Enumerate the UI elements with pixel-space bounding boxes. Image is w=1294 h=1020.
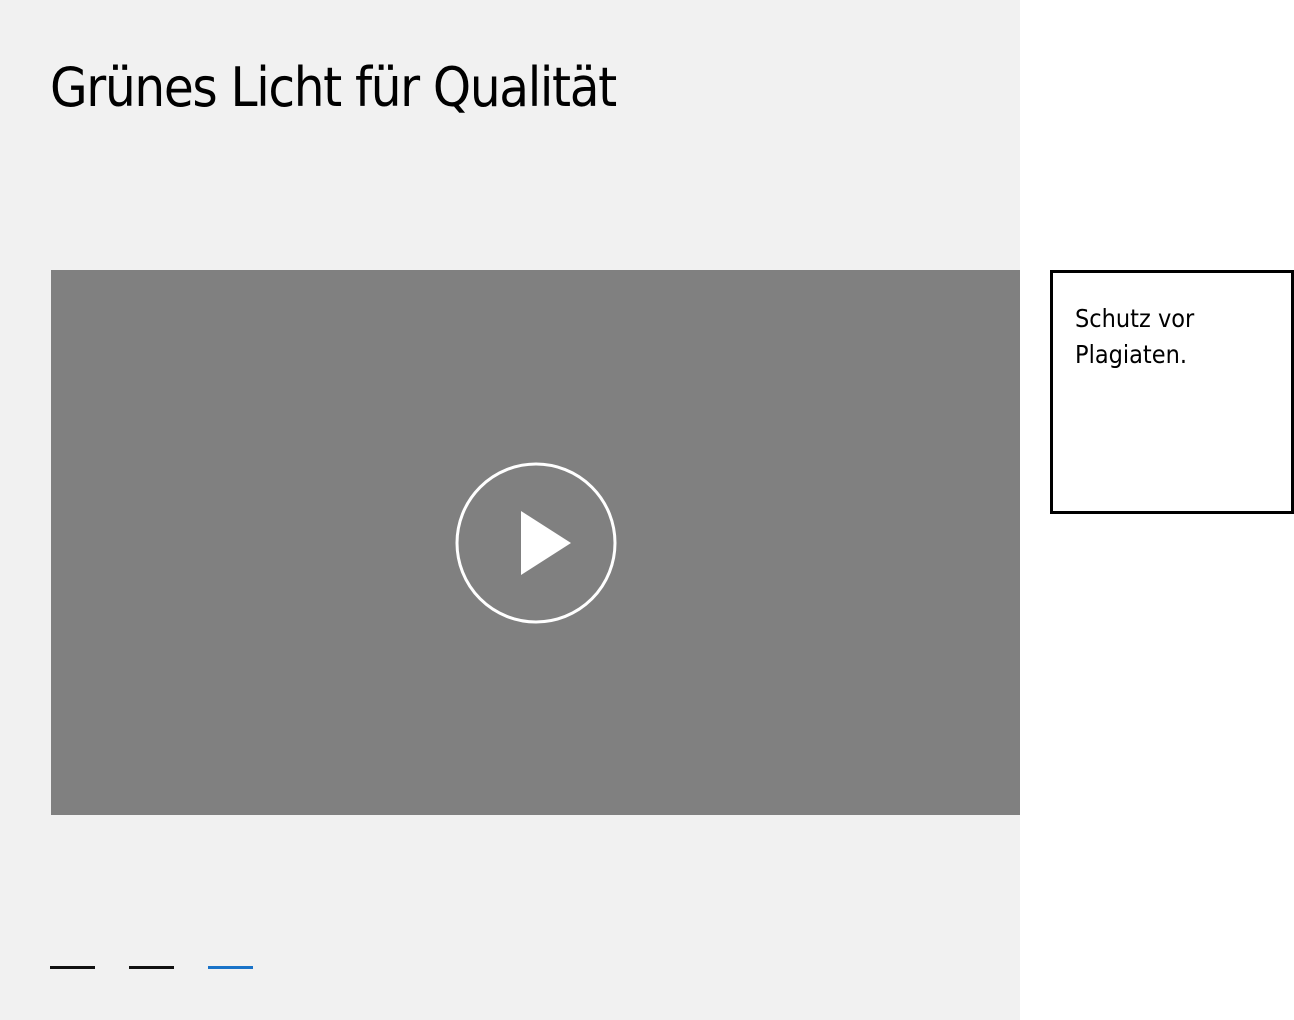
video-player[interactable] — [51, 270, 1020, 815]
next-slide-card-text: Schutz vor Plagiaten. — [1075, 304, 1195, 369]
pager-dash-3-active[interactable] — [208, 966, 253, 969]
page: Grünes Licht für Qualität Schutz vor Pla… — [0, 0, 1294, 1020]
pager-dash-1[interactable] — [50, 966, 95, 969]
play-circle-icon[interactable] — [455, 462, 617, 624]
pager-dash-2[interactable] — [129, 966, 174, 969]
page-title: Grünes Licht für Qualität — [50, 56, 617, 119]
hero-panel: Grünes Licht für Qualität — [0, 0, 1020, 1020]
next-slide-card[interactable]: Schutz vor Plagiaten. — [1050, 270, 1294, 514]
